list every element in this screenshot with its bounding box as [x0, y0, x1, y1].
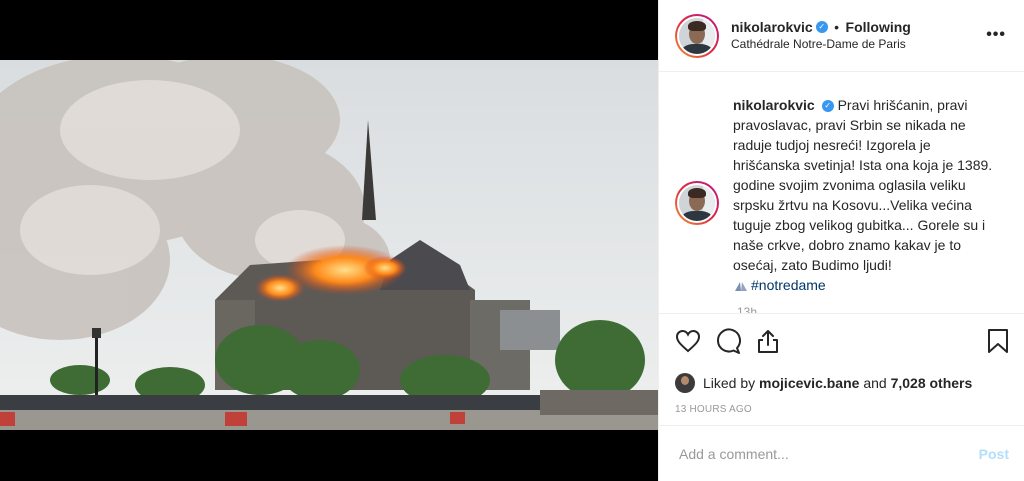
liker-username[interactable]: mojicevic.bane — [759, 375, 859, 391]
share-icon[interactable] — [755, 321, 795, 361]
comments-area[interactable]: nikolarokvic ✓ Pravi hrišćanin, pravi pra… — [659, 73, 1024, 313]
author-avatar[interactable] — [675, 13, 719, 58]
post-sidebar: nikolarokvic ✓ • Following Cathédrale Not… — [658, 0, 1024, 481]
verified-badge-icon: ✓ — [821, 100, 834, 113]
likes-and: and — [863, 375, 887, 391]
post-comment-button[interactable]: Post — [979, 446, 1009, 462]
heart-icon[interactable] — [675, 321, 715, 361]
more-options-icon[interactable]: ••• — [986, 26, 1006, 44]
verified-badge-icon: ✓ — [815, 21, 828, 34]
post-header: nikolarokvic ✓ • Following Cathédrale Not… — [659, 0, 1024, 72]
caption-timestamp: 13h — [737, 305, 758, 313]
likes-prefix: Liked by — [703, 375, 756, 391]
likes-count[interactable]: 7,028 others — [891, 375, 973, 391]
post-location[interactable]: Cathédrale Notre-Dame de Paris — [731, 36, 911, 53]
caption-comment: nikolarokvic ✓ Pravi hrišćanin, pravi pra… — [675, 95, 1009, 295]
comment-input[interactable]: Add a comment... — [679, 446, 979, 462]
post-media[interactable] — [0, 0, 658, 481]
comment-icon[interactable] — [715, 321, 755, 361]
following-button[interactable]: Following — [846, 19, 911, 35]
praying-hands-icon — [735, 282, 747, 292]
post-actions: Liked by mojicevic.bane and 7,028 others… — [659, 313, 1024, 415]
add-comment-bar: Add a comment... Post — [659, 425, 1024, 481]
caption-username[interactable]: nikolarokvic — [733, 97, 815, 113]
caption-text: Pravi hrišćanin, pravi pravoslavac, prav… — [733, 97, 993, 273]
post-photo[interactable] — [0, 60, 658, 430]
likes-summary[interactable]: Liked by mojicevic.bane and 7,028 others — [675, 368, 1009, 398]
separator-dot: • — [834, 18, 840, 35]
liker-avatar[interactable] — [675, 373, 695, 393]
caption-avatar[interactable] — [675, 181, 719, 225]
post-time[interactable]: 13 HOURS AGO — [675, 404, 1009, 415]
hashtag-link[interactable]: #notredame — [751, 277, 826, 293]
author-username[interactable]: nikolarokvic — [731, 19, 813, 35]
bookmark-icon[interactable] — [987, 328, 1009, 359]
